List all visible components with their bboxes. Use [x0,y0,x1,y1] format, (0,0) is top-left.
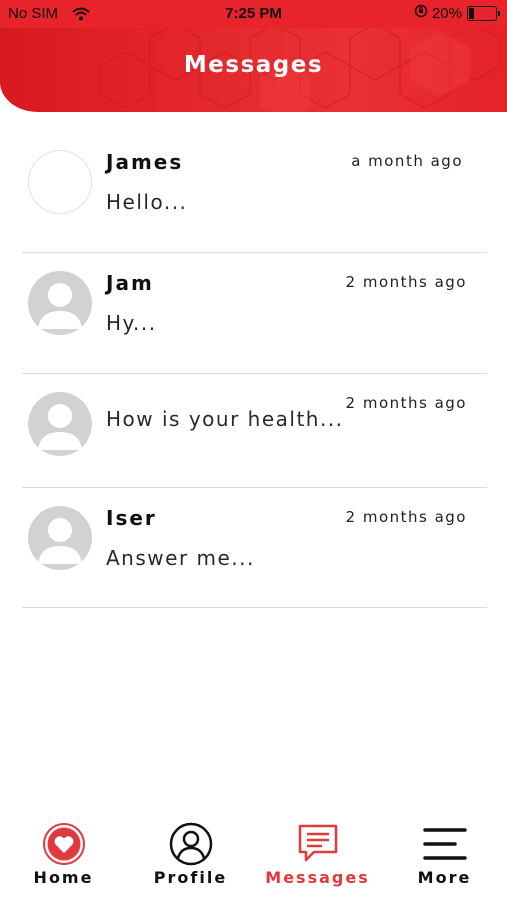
message-time: a month ago [351,152,463,170]
battery-percent: 20% [431,4,462,22]
conversation-row[interactable]: Jam Hy... 2 months ago [22,253,487,374]
message-time: 2 months ago [345,273,467,291]
heart-icon [42,822,86,866]
nav-more-label: More [417,868,472,887]
nav-profile[interactable]: Profile [127,812,254,900]
conversation-row[interactable]: James Hello... a month ago [22,112,487,253]
chat-bubble-icon [296,822,340,866]
person-placeholder-icon [28,392,92,456]
avatar [28,150,92,214]
nav-more[interactable]: More [381,812,507,900]
menu-icon [423,822,467,866]
nav-messages-label: Messages [265,868,370,887]
conversation-row[interactable]: How is your health... 2 months ago [22,374,487,488]
orientation-lock-icon [414,4,428,22]
message-time: 2 months ago [345,394,467,412]
message-preview: Answer me... [106,546,255,570]
bottom-nav: Home Profile Messages More [0,812,507,900]
contact-name: James [106,150,184,174]
nav-home-label: Home [33,868,94,887]
header-banner: Messages [0,28,507,112]
message-preview: How is your health... [106,407,344,431]
nav-home[interactable]: Home [0,812,127,900]
nav-messages[interactable]: Messages [254,812,381,900]
message-preview: Hy... [106,311,157,335]
conversation-row[interactable]: Iser Answer me... 2 months ago [22,488,487,608]
page-title: Messages [183,52,324,78]
message-time: 2 months ago [345,508,467,526]
contact-name: Jam [106,271,154,295]
user-circle-icon [169,822,213,866]
contact-name: Iser [106,506,157,530]
battery-icon [467,5,500,21]
person-placeholder-icon [28,271,92,335]
status-bar: No SIM 7:25 PM 20% [0,0,507,28]
nav-profile-label: Profile [153,868,228,887]
conversation-list: James Hello... a month ago Jam Hy... 2 m… [22,112,487,608]
person-placeholder-icon [28,506,92,570]
message-preview: Hello... [106,190,188,214]
